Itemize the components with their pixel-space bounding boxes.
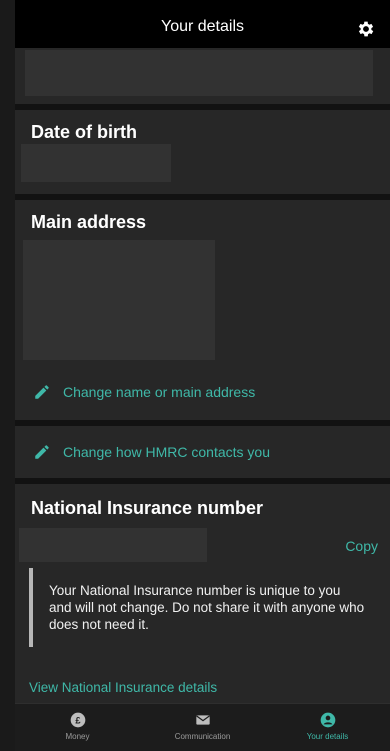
redacted-address — [23, 240, 215, 360]
details-screen: Date of birth Main address Change name o… — [15, 48, 390, 703]
tab-bar: £ Money Communication Your details — [15, 703, 390, 751]
address-title: Main address — [31, 212, 147, 232]
view-nino-details-link[interactable]: View National Insurance details — [29, 680, 217, 695]
nino-title: National Insurance number — [31, 498, 264, 518]
top-bar: Your details — [15, 0, 390, 48]
tab-money[interactable]: £ Money — [15, 704, 140, 751]
tab-communication-label: Communication — [174, 732, 231, 741]
address-card: Main address Change name or main address — [15, 200, 390, 420]
copy-button[interactable]: Copy — [345, 538, 378, 554]
redacted-dob — [21, 144, 171, 182]
pencil-icon — [35, 445, 49, 459]
redacted-nino — [19, 528, 207, 562]
envelope-icon — [195, 715, 210, 725]
pencil-icon — [35, 385, 49, 399]
name-card — [15, 48, 390, 104]
nino-info-text: Your National Insurance number is unique… — [49, 583, 365, 632]
change-contacts-label: Change how HMRC contacts you — [63, 444, 270, 460]
change-name-address-link[interactable]: Change name or main address — [15, 374, 390, 410]
gear-icon[interactable] — [356, 19, 376, 39]
pound-icon: £ — [70, 712, 85, 728]
change-name-address-label: Change name or main address — [63, 384, 256, 400]
dob-title: Date of birth — [31, 122, 137, 142]
tab-money-label: Money — [65, 732, 90, 741]
change-contacts-link[interactable]: Change how HMRC contacts you — [15, 434, 390, 470]
tab-your-details[interactable]: Your details — [265, 704, 390, 751]
page-title: Your details — [160, 18, 245, 35]
nino-info-panel: Your National Insurance number is unique… — [29, 568, 379, 647]
tab-communication[interactable]: Communication — [140, 704, 265, 751]
dob-card: Date of birth — [15, 110, 390, 194]
nino-card: National Insurance number Copy Your Nati… — [15, 484, 390, 703]
tab-your-details-label: Your details — [306, 732, 349, 741]
redacted-name — [25, 50, 373, 96]
person-icon — [320, 712, 335, 728]
contacts-card: Change how HMRC contacts you — [15, 426, 390, 478]
svg-text:£: £ — [75, 715, 81, 725]
